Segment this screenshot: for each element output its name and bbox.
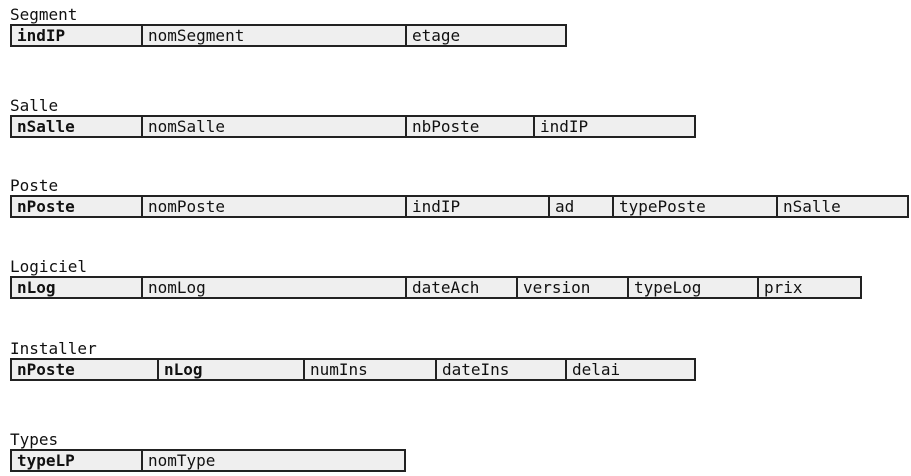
column-cell: typeLog xyxy=(629,278,759,297)
table-name: Poste xyxy=(10,176,59,195)
table-row: nLog nomLog dateAch version typeLog prix xyxy=(10,276,862,299)
column-cell: numIns xyxy=(305,360,437,379)
column-cell: typeLP xyxy=(12,451,143,470)
column-cell: indIP xyxy=(535,117,696,136)
column-cell: typePoste xyxy=(614,197,778,216)
column-cell: delai xyxy=(567,360,696,379)
column-cell: nLog xyxy=(159,360,305,379)
table-row: typeLP nomType xyxy=(10,449,406,472)
column-cell: nPoste xyxy=(12,197,143,216)
column-cell: ad xyxy=(550,197,614,216)
column-cell: version xyxy=(518,278,629,297)
column-cell: etage xyxy=(407,26,567,45)
table-types: Types typeLP nomType xyxy=(10,431,406,472)
table-name: Types xyxy=(10,430,59,449)
table-segment: Segment indIP nomSegment etage xyxy=(10,6,567,47)
column-cell: nomSalle xyxy=(143,117,407,136)
column-cell: nSalle xyxy=(12,117,143,136)
column-cell: nSalle xyxy=(778,197,909,216)
table-installer: Installer nPoste nLog numIns dateIns del… xyxy=(10,340,696,381)
table-salle: Salle nSalle nomSalle nbPoste indIP xyxy=(10,97,696,138)
table-logiciel: Logiciel nLog nomLog dateAch version typ… xyxy=(10,258,862,299)
column-cell: nomType xyxy=(143,451,406,470)
table-poste: Poste nPoste nomPoste indIP ad typePoste… xyxy=(10,177,909,218)
column-cell: dateAch xyxy=(407,278,518,297)
column-cell: nbPoste xyxy=(407,117,535,136)
table-row: indIP nomSegment etage xyxy=(10,24,567,47)
column-cell: nomPoste xyxy=(143,197,407,216)
table-row: nSalle nomSalle nbPoste indIP xyxy=(10,115,696,138)
column-cell: dateIns xyxy=(437,360,567,379)
column-cell: nomSegment xyxy=(143,26,407,45)
column-cell: indIP xyxy=(12,26,143,45)
column-cell: prix xyxy=(759,278,862,297)
table-row: nPoste nLog numIns dateIns delai xyxy=(10,358,696,381)
column-cell: nPoste xyxy=(12,360,159,379)
table-name: Segment xyxy=(10,5,78,24)
table-name: Logiciel xyxy=(10,257,88,276)
table-name: Salle xyxy=(10,96,59,115)
table-row: nPoste nomPoste indIP ad typePoste nSall… xyxy=(10,195,909,218)
column-cell: nomLog xyxy=(143,278,407,297)
column-cell: nLog xyxy=(12,278,143,297)
column-cell: indIP xyxy=(407,197,550,216)
table-name: Installer xyxy=(10,339,97,358)
